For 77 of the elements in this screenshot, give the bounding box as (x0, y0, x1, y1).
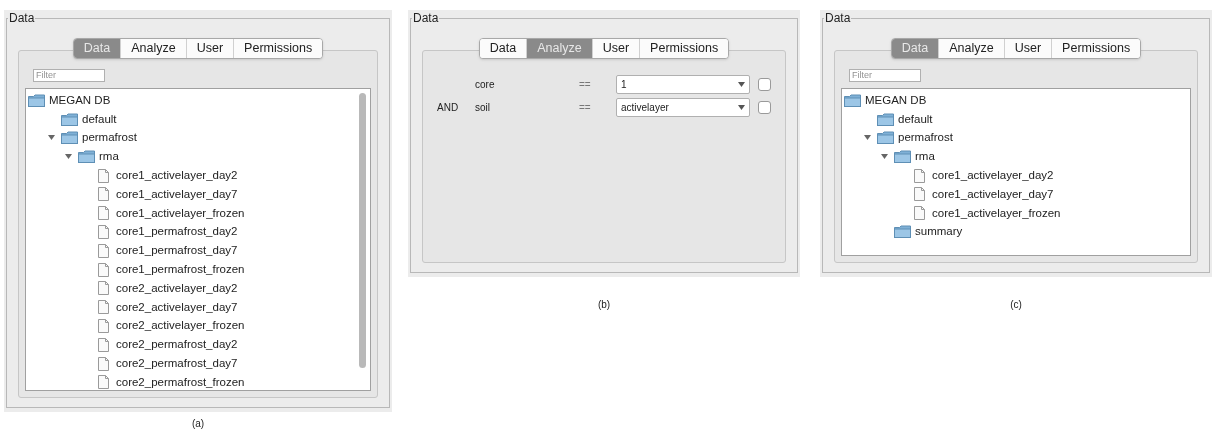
tree-item[interactable]: core1_activelayer_day2 (932, 166, 1054, 185)
document-icon (98, 243, 109, 258)
tree-item[interactable]: default (898, 110, 933, 128)
document-icon (914, 168, 925, 183)
figure-caption: (b) (597, 299, 611, 311)
scrollbar-thumb[interactable] (359, 93, 366, 368)
tree-item[interactable]: core2_permafrost_day7 (116, 354, 238, 373)
expanded-arrow-icon[interactable] (880, 153, 888, 161)
tree-item[interactable]: core2_activelayer_day2 (116, 279, 238, 297)
tab[interactable]: User (1003, 39, 1052, 58)
document-icon (98, 262, 109, 277)
operator-label: == (579, 101, 592, 115)
caret-icon (738, 82, 745, 87)
tree-item[interactable]: core1_permafrost_day7 (116, 242, 238, 260)
tree-item[interactable]: permafrost (82, 129, 137, 147)
tab[interactable]: Data (479, 39, 527, 58)
tree-item[interactable]: core1_activelayer_day7 (932, 185, 1054, 203)
filter-field[interactable]: Filter (849, 69, 921, 82)
tab[interactable]: User (591, 39, 640, 58)
tab[interactable]: Permissions (1051, 39, 1141, 58)
tree-item[interactable]: core2_activelayer_frozen (116, 317, 245, 335)
tree-item[interactable]: permafrost (898, 129, 953, 147)
expanded-arrow-icon[interactable] (64, 153, 72, 161)
tree-item[interactable]: core2_permafrost_day2 (116, 336, 238, 354)
tab[interactable]: Permissions (639, 39, 729, 58)
checkbox[interactable] (758, 101, 771, 114)
tab[interactable]: Analyze (938, 39, 1004, 58)
document-icon (98, 187, 109, 202)
document-icon (914, 206, 925, 221)
tree-item[interactable]: rma (915, 148, 935, 166)
document-icon (98, 281, 109, 296)
document-icon (98, 206, 109, 221)
tab[interactable]: Analyze (120, 39, 186, 58)
field-label: soil (475, 101, 491, 115)
tree-item[interactable]: core1_permafrost_day2 (116, 223, 238, 241)
value-dropdown[interactable]: activelayer (616, 98, 750, 117)
document-icon (98, 356, 109, 371)
folder-icon (61, 112, 78, 126)
filter-field[interactable]: Filter (33, 69, 105, 82)
tree-item[interactable]: rma (99, 148, 119, 166)
expanded-arrow-icon[interactable] (47, 134, 55, 142)
tree-item[interactable]: core2_permafrost_frozen (116, 373, 245, 390)
tab[interactable]: Permissions (233, 39, 323, 58)
expanded-arrow-icon[interactable] (863, 134, 871, 142)
tree-item[interactable]: core2_activelayer_day7 (116, 298, 238, 316)
checkbox[interactable] (758, 78, 771, 91)
operator-label: == (579, 78, 592, 92)
tree-item[interactable]: core1_activelayer_day7 (116, 185, 238, 203)
folder-icon (61, 131, 78, 145)
tree-item[interactable]: default (82, 110, 117, 128)
document-icon (98, 224, 109, 239)
value-dropdown[interactable]: 1 (616, 75, 750, 94)
conjunction-label: AND (437, 102, 459, 113)
folder-icon (894, 225, 911, 239)
document-icon (98, 318, 109, 333)
field-label: core (475, 78, 496, 92)
tree-item[interactable]: core1_activelayer_frozen (116, 204, 245, 222)
document-icon (914, 187, 925, 202)
folder-icon (844, 93, 861, 107)
tree-item[interactable]: MEGAN DB (49, 91, 111, 109)
document-icon (98, 168, 109, 183)
folder-icon (877, 112, 894, 126)
figure-caption: (a) (191, 418, 205, 430)
tree-item[interactable]: core1_permafrost_frozen (116, 260, 245, 279)
document-icon (98, 337, 109, 352)
folder-icon (78, 150, 95, 164)
tab[interactable]: User (185, 39, 234, 58)
tree-item[interactable]: core1_activelayer_day2 (116, 166, 238, 185)
tree-item[interactable]: core1_activelayer_frozen (932, 204, 1061, 222)
folder-icon (28, 93, 45, 107)
figure-caption: (c) (1010, 299, 1022, 311)
folder-icon (877, 131, 894, 145)
folder-icon (894, 150, 911, 164)
caret-icon (738, 105, 745, 110)
document-icon (98, 300, 109, 315)
tree-item[interactable]: MEGAN DB (865, 91, 927, 109)
tree-item[interactable]: summary (915, 223, 963, 241)
